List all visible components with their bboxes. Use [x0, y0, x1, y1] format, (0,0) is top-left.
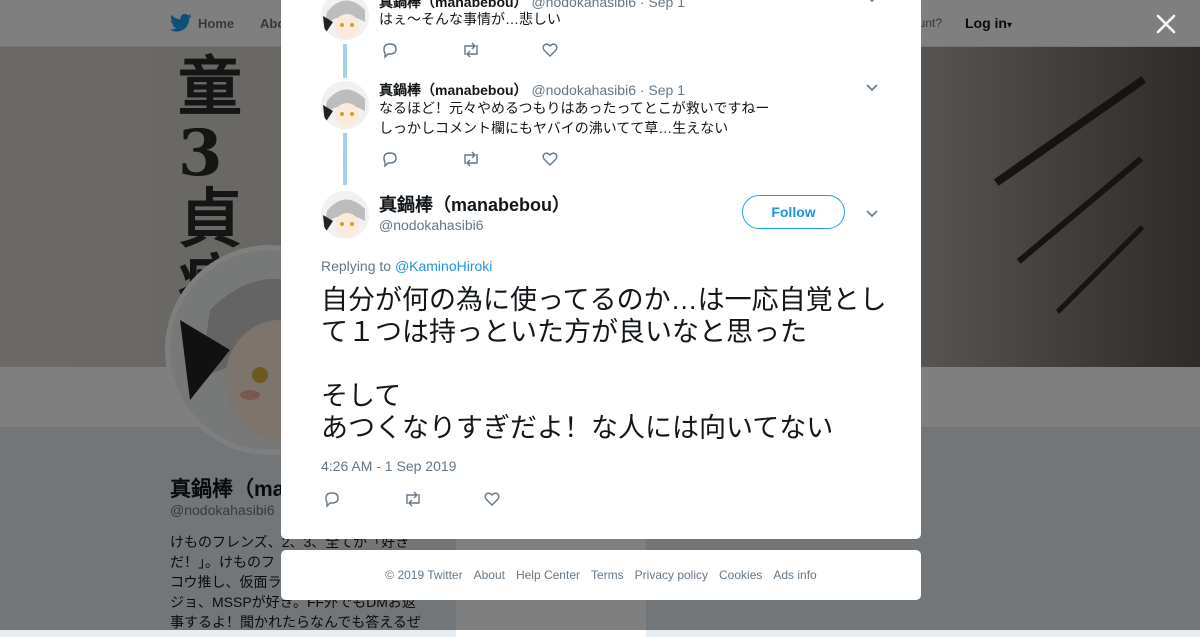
tweet-modal: 真鍋棒（manabebou） @nodokahasibi6 · Sep 1 はぇ… [281, 0, 921, 539]
reply-button[interactable] [323, 489, 403, 509]
like-button[interactable] [483, 489, 563, 509]
retweet-icon [464, 42, 478, 58]
avatar[interactable] [321, 0, 369, 40]
tweet-actions [381, 149, 621, 169]
footer-link-privacy[interactable]: Privacy policy [635, 568, 708, 582]
reply-button[interactable] [381, 40, 461, 60]
tweet-date[interactable]: · Sep 1 [640, 82, 685, 98]
retweet-button[interactable] [461, 149, 541, 169]
like-button[interactable] [541, 149, 621, 169]
footer-link-ads-info[interactable]: Ads info [773, 568, 816, 582]
chevron-down-icon[interactable] [865, 81, 879, 95]
main-tweet-author-handle[interactable]: @nodokahasibi6 [379, 217, 484, 233]
chevron-down-icon[interactable] [865, 0, 879, 6]
like-icon [542, 43, 558, 57]
chevron-down-icon[interactable] [865, 207, 879, 221]
main-tweet-avatar[interactable] [321, 191, 369, 239]
close-icon[interactable] [1154, 12, 1178, 36]
modal-footer: © 2019 Twitter About Help Center Terms P… [281, 550, 921, 600]
tweet-author-name[interactable]: 真鍋棒（manabebou） [379, 82, 528, 98]
footer-link-terms[interactable]: Terms [591, 568, 624, 582]
like-button[interactable] [541, 40, 621, 60]
reply-icon [325, 492, 339, 508]
tweet-actions [381, 40, 621, 60]
replying-to: Replying to @KaminoHiroki [321, 258, 492, 274]
footer-link-help-center[interactable]: Help Center [516, 568, 580, 582]
tweet-text: はぇ〜そんな事情が…悲しい [379, 11, 561, 27]
footer-link-about[interactable]: About [474, 568, 505, 582]
tweet-header: 真鍋棒（manabebou） @nodokahasibi6 · Sep 1 [379, 80, 685, 100]
retweet-button[interactable] [461, 40, 541, 60]
follow-button[interactable]: Follow [742, 195, 845, 229]
like-icon [542, 152, 558, 166]
replying-prefix: Replying to [321, 258, 392, 274]
retweet-icon [406, 491, 420, 507]
tweet-author-handle[interactable]: @nodokahasibi6 [531, 82, 636, 98]
reply-icon [383, 43, 397, 59]
retweet-button[interactable] [403, 489, 483, 509]
like-icon [484, 492, 500, 506]
avatar[interactable] [321, 81, 369, 129]
thread-connector [343, 133, 347, 185]
retweet-icon [464, 151, 478, 167]
reply-button[interactable] [381, 149, 461, 169]
main-tweet-timestamp[interactable]: 4:26 AM - 1 Sep 2019 [321, 458, 456, 474]
footer-copyright: © 2019 Twitter [385, 568, 463, 582]
tweet-text: なるほど！元々やめるつもりはあったってとこが救いですねー しっかしコメント欄にも… [379, 100, 770, 136]
replying-to-link[interactable]: @KaminoHiroki [395, 258, 492, 274]
main-tweet-author-name[interactable]: 真鍋棒（manabebou） [379, 191, 570, 217]
reply-icon [383, 152, 397, 168]
main-tweet-actions [323, 489, 563, 509]
thread-connector [343, 44, 347, 78]
main-tweet-text: 自分が何の為に使ってるのか…は一応自覚として１つは持っといた方が良いなと思った … [321, 285, 887, 443]
footer-link-cookies[interactable]: Cookies [719, 568, 762, 582]
